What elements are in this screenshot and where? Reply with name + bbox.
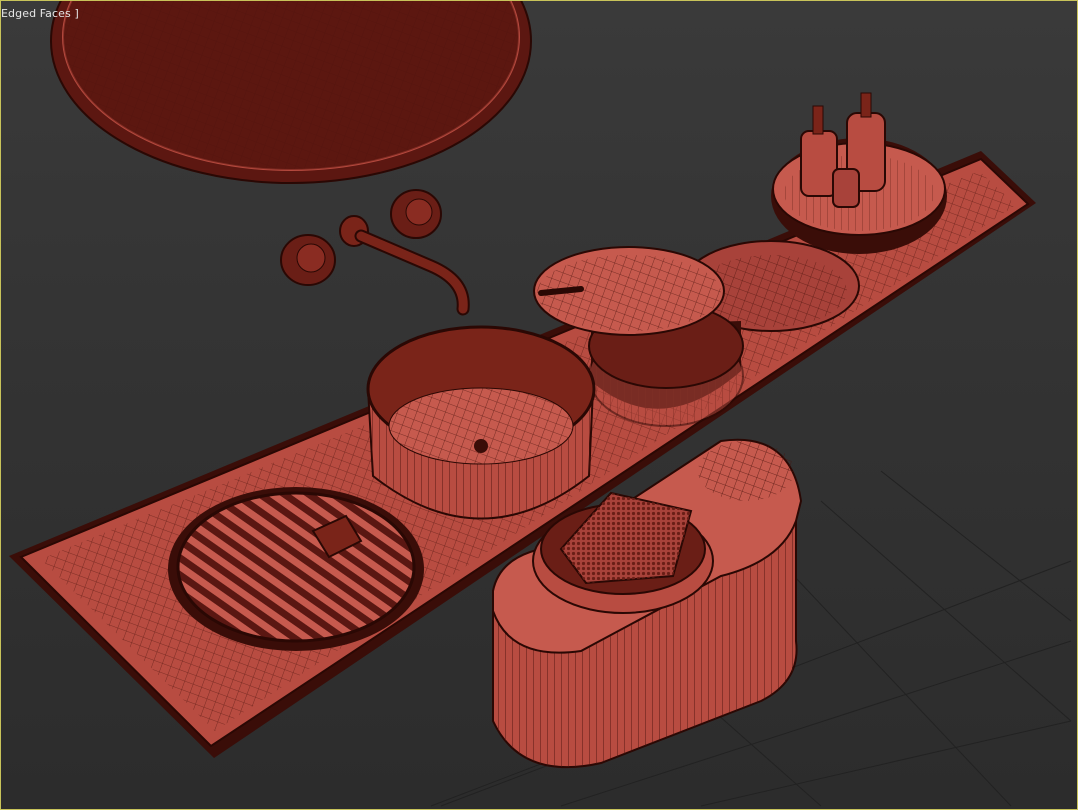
slatted-round-dish[interactable] <box>168 487 424 651</box>
round-mirror[interactable] <box>50 1 532 184</box>
vessel-sink-bowl[interactable] <box>366 325 596 520</box>
faucet-handle-right[interactable] <box>390 189 442 239</box>
faucet-handle-left[interactable] <box>280 234 336 286</box>
3d-viewport[interactable]: Edged Faces ] <box>0 0 1078 810</box>
wall-faucet[interactable] <box>280 189 470 316</box>
viewport-shading-label[interactable]: Edged Faces ] <box>1 7 79 20</box>
viewport-scene[interactable] <box>1 1 1078 810</box>
